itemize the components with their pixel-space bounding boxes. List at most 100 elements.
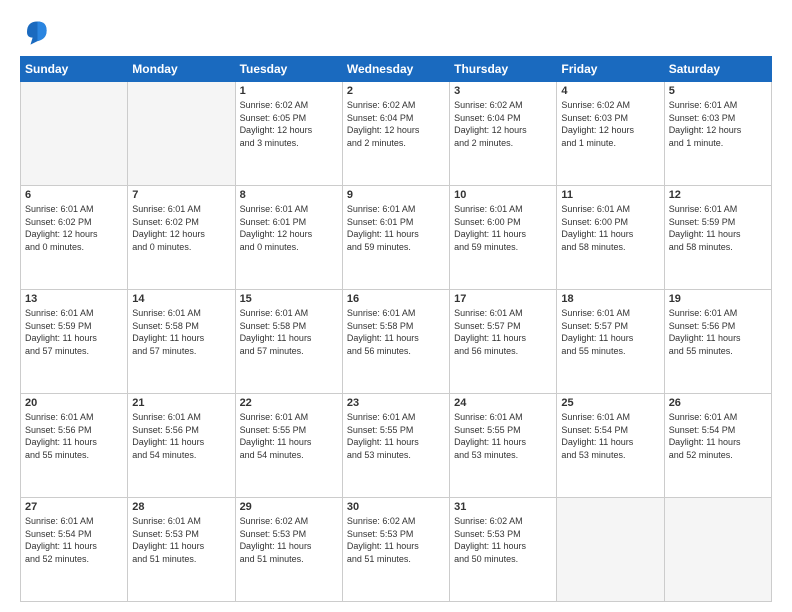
weekday-header-thursday: Thursday <box>450 57 557 82</box>
cell-info: Sunrise: 6:01 AM Sunset: 5:54 PM Dayligh… <box>561 411 659 461</box>
cell-info: Sunrise: 6:01 AM Sunset: 6:01 PM Dayligh… <box>347 203 445 253</box>
calendar-cell: 13 Sunrise: 6:01 AM Sunset: 5:59 PM Dayli… <box>21 290 128 394</box>
day-number: 5 <box>669 85 767 97</box>
cell-info: Sunrise: 6:01 AM Sunset: 5:58 PM Dayligh… <box>240 307 338 357</box>
calendar-cell: 15 Sunrise: 6:01 AM Sunset: 5:58 PM Dayli… <box>235 290 342 394</box>
page: SundayMondayTuesdayWednesdayThursdayFrid… <box>0 0 792 612</box>
day-number: 23 <box>347 397 445 409</box>
day-number: 4 <box>561 85 659 97</box>
day-number: 28 <box>132 501 230 513</box>
calendar-cell: 2 Sunrise: 6:02 AM Sunset: 6:04 PM Daylig… <box>342 82 449 186</box>
calendar-cell: 30 Sunrise: 6:02 AM Sunset: 5:53 PM Dayli… <box>342 498 449 602</box>
day-number: 20 <box>25 397 123 409</box>
day-number: 16 <box>347 293 445 305</box>
cell-info: Sunrise: 6:01 AM Sunset: 6:03 PM Dayligh… <box>669 99 767 149</box>
day-number: 25 <box>561 397 659 409</box>
calendar-cell: 4 Sunrise: 6:02 AM Sunset: 6:03 PM Daylig… <box>557 82 664 186</box>
calendar-cell: 12Sunrise: 6:01 AM Sunset: 5:59 PM Dayli… <box>664 186 771 290</box>
cell-info: Sunrise: 6:02 AM Sunset: 5:53 PM Dayligh… <box>347 515 445 565</box>
calendar-row-1: 6Sunrise: 6:01 AM Sunset: 6:02 PM Daylig… <box>21 186 772 290</box>
weekday-header-wednesday: Wednesday <box>342 57 449 82</box>
calendar-cell <box>557 498 664 602</box>
calendar-cell: 24Sunrise: 6:01 AM Sunset: 5:55 PM Dayli… <box>450 394 557 498</box>
cell-info: Sunrise: 6:01 AM Sunset: 5:59 PM Dayligh… <box>25 307 123 357</box>
cell-info: Sunrise: 6:01 AM Sunset: 6:02 PM Dayligh… <box>25 203 123 253</box>
cell-info: Sunrise: 6:02 AM Sunset: 5:53 PM Dayligh… <box>454 515 552 565</box>
cell-info: Sunrise: 6:01 AM Sunset: 5:55 PM Dayligh… <box>454 411 552 461</box>
cell-info: Sunrise: 6:01 AM Sunset: 5:56 PM Dayligh… <box>132 411 230 461</box>
cell-info: Sunrise: 6:01 AM Sunset: 6:01 PM Dayligh… <box>240 203 338 253</box>
day-number: 21 <box>132 397 230 409</box>
calendar-cell: 5 Sunrise: 6:01 AM Sunset: 6:03 PM Daylig… <box>664 82 771 186</box>
cell-info: Sunrise: 6:02 AM Sunset: 6:05 PM Dayligh… <box>240 99 338 149</box>
day-number: 19 <box>669 293 767 305</box>
day-number: 26 <box>669 397 767 409</box>
weekday-header-friday: Friday <box>557 57 664 82</box>
day-number: 17 <box>454 293 552 305</box>
calendar-row-2: 13 Sunrise: 6:01 AM Sunset: 5:59 PM Dayli… <box>21 290 772 394</box>
weekday-header-saturday: Saturday <box>664 57 771 82</box>
day-number: 8 <box>240 189 338 201</box>
cell-info: Sunrise: 6:01 AM Sunset: 5:55 PM Dayligh… <box>347 411 445 461</box>
calendar-cell <box>128 82 235 186</box>
calendar-row-4: 27 Sunrise: 6:01 AM Sunset: 5:54 PM Dayli… <box>21 498 772 602</box>
day-number: 11 <box>561 189 659 201</box>
calendar-cell: 31Sunrise: 6:02 AM Sunset: 5:53 PM Dayli… <box>450 498 557 602</box>
logo-icon <box>20 18 48 46</box>
day-number: 22 <box>240 397 338 409</box>
cell-info: Sunrise: 6:01 AM Sunset: 5:57 PM Dayligh… <box>454 307 552 357</box>
cell-info: Sunrise: 6:01 AM Sunset: 5:59 PM Dayligh… <box>669 203 767 253</box>
cell-info: Sunrise: 6:01 AM Sunset: 5:58 PM Dayligh… <box>347 307 445 357</box>
calendar-row-0: 1 Sunrise: 6:02 AM Sunset: 6:05 PM Daylig… <box>21 82 772 186</box>
calendar-cell: 6Sunrise: 6:01 AM Sunset: 6:02 PM Daylig… <box>21 186 128 290</box>
calendar-cell: 25 Sunrise: 6:01 AM Sunset: 5:54 PM Dayli… <box>557 394 664 498</box>
cell-info: Sunrise: 6:01 AM Sunset: 6:02 PM Dayligh… <box>132 203 230 253</box>
cell-info: Sunrise: 6:01 AM Sunset: 5:53 PM Dayligh… <box>132 515 230 565</box>
cell-info: Sunrise: 6:01 AM Sunset: 5:57 PM Dayligh… <box>561 307 659 357</box>
day-number: 7 <box>132 189 230 201</box>
calendar-cell: 17 Sunrise: 6:01 AM Sunset: 5:57 PM Dayli… <box>450 290 557 394</box>
calendar-cell: 18 Sunrise: 6:01 AM Sunset: 5:57 PM Dayli… <box>557 290 664 394</box>
day-number: 3 <box>454 85 552 97</box>
cell-info: Sunrise: 6:01 AM Sunset: 5:56 PM Dayligh… <box>669 307 767 357</box>
weekday-header-sunday: Sunday <box>21 57 128 82</box>
day-number: 1 <box>240 85 338 97</box>
header <box>20 18 772 46</box>
cell-info: Sunrise: 6:01 AM Sunset: 5:54 PM Dayligh… <box>669 411 767 461</box>
cell-info: Sunrise: 6:01 AM Sunset: 5:56 PM Dayligh… <box>25 411 123 461</box>
weekday-header-monday: Monday <box>128 57 235 82</box>
calendar-cell: 19 Sunrise: 6:01 AM Sunset: 5:56 PM Dayli… <box>664 290 771 394</box>
day-number: 27 <box>25 501 123 513</box>
calendar-cell: 28 Sunrise: 6:01 AM Sunset: 5:53 PM Dayli… <box>128 498 235 602</box>
cell-info: Sunrise: 6:01 AM Sunset: 5:54 PM Dayligh… <box>25 515 123 565</box>
day-number: 30 <box>347 501 445 513</box>
calendar-cell: 22Sunrise: 6:01 AM Sunset: 5:55 PM Dayli… <box>235 394 342 498</box>
calendar-cell: 14Sunrise: 6:01 AM Sunset: 5:58 PM Dayli… <box>128 290 235 394</box>
cell-info: Sunrise: 6:02 AM Sunset: 6:04 PM Dayligh… <box>347 99 445 149</box>
calendar-cell: 21 Sunrise: 6:01 AM Sunset: 5:56 PM Dayli… <box>128 394 235 498</box>
calendar-cell <box>21 82 128 186</box>
day-number: 15 <box>240 293 338 305</box>
calendar-cell: 27 Sunrise: 6:01 AM Sunset: 5:54 PM Dayli… <box>21 498 128 602</box>
calendar-cell: 1 Sunrise: 6:02 AM Sunset: 6:05 PM Daylig… <box>235 82 342 186</box>
day-number: 10 <box>454 189 552 201</box>
cell-info: Sunrise: 6:02 AM Sunset: 5:53 PM Dayligh… <box>240 515 338 565</box>
calendar-table: SundayMondayTuesdayWednesdayThursdayFrid… <box>20 56 772 602</box>
day-number: 29 <box>240 501 338 513</box>
calendar-cell: 23 Sunrise: 6:01 AM Sunset: 5:55 PM Dayli… <box>342 394 449 498</box>
calendar-header-row: SundayMondayTuesdayWednesdayThursdayFrid… <box>21 57 772 82</box>
calendar-cell: 7 Sunrise: 6:01 AM Sunset: 6:02 PM Daylig… <box>128 186 235 290</box>
day-number: 18 <box>561 293 659 305</box>
calendar-cell: 20 Sunrise: 6:01 AM Sunset: 5:56 PM Dayli… <box>21 394 128 498</box>
cell-info: Sunrise: 6:02 AM Sunset: 6:03 PM Dayligh… <box>561 99 659 149</box>
day-number: 9 <box>347 189 445 201</box>
day-number: 14 <box>132 293 230 305</box>
day-number: 2 <box>347 85 445 97</box>
cell-info: Sunrise: 6:02 AM Sunset: 6:04 PM Dayligh… <box>454 99 552 149</box>
calendar-cell: 11Sunrise: 6:01 AM Sunset: 6:00 PM Dayli… <box>557 186 664 290</box>
cell-info: Sunrise: 6:01 AM Sunset: 6:00 PM Dayligh… <box>454 203 552 253</box>
calendar-cell: 9 Sunrise: 6:01 AM Sunset: 6:01 PM Daylig… <box>342 186 449 290</box>
calendar-row-3: 20 Sunrise: 6:01 AM Sunset: 5:56 PM Dayli… <box>21 394 772 498</box>
calendar-cell: 3 Sunrise: 6:02 AM Sunset: 6:04 PM Daylig… <box>450 82 557 186</box>
day-number: 13 <box>25 293 123 305</box>
